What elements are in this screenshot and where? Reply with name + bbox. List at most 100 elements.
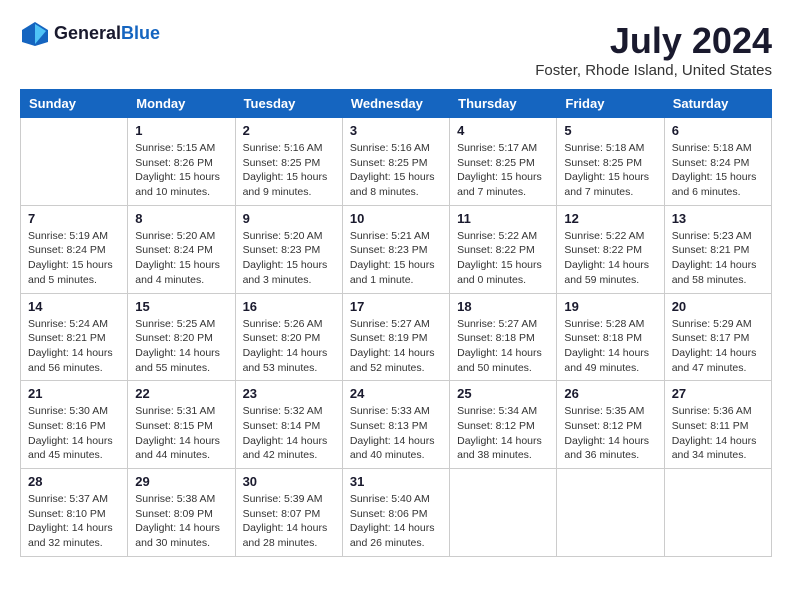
calendar-cell: 26 Sunrise: 5:35 AM Sunset: 8:12 PM Dayli… [557, 381, 664, 469]
day-number: 19 [564, 299, 656, 314]
day-info: Sunrise: 5:20 AM Sunset: 8:24 PM Dayligh… [135, 229, 227, 288]
col-header-tuesday: Tuesday [235, 90, 342, 118]
week-row-4: 21Sunrise: 5:30 AM Sunset: 8:16 PM Dayli… [21, 381, 772, 469]
calendar-cell: 4 Sunrise: 5:17 AM Sunset: 8:25 PM Daylig… [450, 118, 557, 206]
day-info: Sunrise: 5:34 AM Sunset: 8:12 PM Dayligh… [457, 404, 549, 463]
logo-text: GeneralBlue [54, 24, 160, 44]
day-number: 2 [243, 123, 335, 138]
day-info: Sunrise: 5:28 AM Sunset: 8:18 PM Dayligh… [564, 317, 656, 376]
calendar-cell [450, 469, 557, 557]
calendar-cell: 23 Sunrise: 5:32 AM Sunset: 8:14 PM Dayli… [235, 381, 342, 469]
day-info: Sunrise: 5:22 AM Sunset: 8:22 PM Dayligh… [457, 229, 549, 288]
header-row: SundayMondayTuesdayWednesdayThursdayFrid… [21, 90, 772, 118]
main-title: July 2024 [535, 20, 772, 62]
week-row-1: 1 Sunrise: 5:15 AM Sunset: 8:26 PM Daylig… [21, 118, 772, 206]
calendar-cell: 7Sunrise: 5:19 AM Sunset: 8:24 PM Daylig… [21, 205, 128, 293]
day-info: Sunrise: 5:39 AM Sunset: 8:07 PM Dayligh… [243, 492, 335, 551]
day-number: 15 [135, 299, 227, 314]
day-info: Sunrise: 5:20 AM Sunset: 8:23 PM Dayligh… [243, 229, 335, 288]
calendar-cell: 15Sunrise: 5:25 AM Sunset: 8:20 PM Dayli… [128, 293, 235, 381]
day-info: Sunrise: 5:17 AM Sunset: 8:25 PM Dayligh… [457, 141, 549, 200]
calendar-cell: 11Sunrise: 5:22 AM Sunset: 8:22 PM Dayli… [450, 205, 557, 293]
day-info: Sunrise: 5:27 AM Sunset: 8:19 PM Dayligh… [350, 317, 442, 376]
day-info: Sunrise: 5:33 AM Sunset: 8:13 PM Dayligh… [350, 404, 442, 463]
day-number: 16 [243, 299, 335, 314]
logo-icon [20, 20, 50, 48]
day-info: Sunrise: 5:40 AM Sunset: 8:06 PM Dayligh… [350, 492, 442, 551]
subtitle: Foster, Rhode Island, United States [535, 62, 772, 79]
day-info: Sunrise: 5:32 AM Sunset: 8:14 PM Dayligh… [243, 404, 335, 463]
col-header-friday: Friday [557, 90, 664, 118]
day-number: 24 [350, 386, 442, 401]
calendar-cell: 2 Sunrise: 5:16 AM Sunset: 8:25 PM Daylig… [235, 118, 342, 206]
day-info: Sunrise: 5:22 AM Sunset: 8:22 PM Dayligh… [564, 229, 656, 288]
calendar-cell: 29 Sunrise: 5:38 AM Sunset: 8:09 PM Dayli… [128, 469, 235, 557]
day-number: 14 [28, 299, 120, 314]
day-info: Sunrise: 5:18 AM Sunset: 8:24 PM Dayligh… [672, 141, 764, 200]
week-row-2: 7Sunrise: 5:19 AM Sunset: 8:24 PM Daylig… [21, 205, 772, 293]
day-number: 20 [672, 299, 764, 314]
day-number: 29 [135, 474, 227, 489]
day-info: Sunrise: 5:26 AM Sunset: 8:20 PM Dayligh… [243, 317, 335, 376]
day-info: Sunrise: 5:36 AM Sunset: 8:11 PM Dayligh… [672, 404, 764, 463]
day-info: Sunrise: 5:27 AM Sunset: 8:18 PM Dayligh… [457, 317, 549, 376]
calendar-cell [664, 469, 771, 557]
day-number: 17 [350, 299, 442, 314]
col-header-sunday: Sunday [21, 90, 128, 118]
calendar-cell [557, 469, 664, 557]
day-info: Sunrise: 5:15 AM Sunset: 8:26 PM Dayligh… [135, 141, 227, 200]
calendar-cell: 21Sunrise: 5:30 AM Sunset: 8:16 PM Dayli… [21, 381, 128, 469]
day-number: 23 [243, 386, 335, 401]
day-info: Sunrise: 5:19 AM Sunset: 8:24 PM Dayligh… [28, 229, 120, 288]
day-number: 9 [243, 211, 335, 226]
calendar-cell: 14 Sunrise: 5:24 AM Sunset: 8:21 PM Dayli… [21, 293, 128, 381]
col-header-thursday: Thursday [450, 90, 557, 118]
week-row-5: 28Sunrise: 5:37 AM Sunset: 8:10 PM Dayli… [21, 469, 772, 557]
day-number: 28 [28, 474, 120, 489]
day-number: 26 [564, 386, 656, 401]
calendar-cell: 18Sunrise: 5:27 AM Sunset: 8:18 PM Dayli… [450, 293, 557, 381]
calendar-cell: 1 Sunrise: 5:15 AM Sunset: 8:26 PM Daylig… [128, 118, 235, 206]
calendar-cell: 31 Sunrise: 5:40 AM Sunset: 8:06 PM Dayli… [342, 469, 449, 557]
week-row-3: 14 Sunrise: 5:24 AM Sunset: 8:21 PM Dayli… [21, 293, 772, 381]
calendar-cell: 20 Sunrise: 5:29 AM Sunset: 8:17 PM Dayli… [664, 293, 771, 381]
day-info: Sunrise: 5:21 AM Sunset: 8:23 PM Dayligh… [350, 229, 442, 288]
calendar-cell: 17 Sunrise: 5:27 AM Sunset: 8:19 PM Dayli… [342, 293, 449, 381]
calendar-cell: 13 Sunrise: 5:23 AM Sunset: 8:21 PM Dayli… [664, 205, 771, 293]
day-number: 13 [672, 211, 764, 226]
calendar-cell: 30 Sunrise: 5:39 AM Sunset: 8:07 PM Dayli… [235, 469, 342, 557]
day-info: Sunrise: 5:16 AM Sunset: 8:25 PM Dayligh… [350, 141, 442, 200]
day-info: Sunrise: 5:31 AM Sunset: 8:15 PM Dayligh… [135, 404, 227, 463]
day-number: 5 [564, 123, 656, 138]
day-info: Sunrise: 5:38 AM Sunset: 8:09 PM Dayligh… [135, 492, 227, 551]
calendar-cell: 16 Sunrise: 5:26 AM Sunset: 8:20 PM Dayli… [235, 293, 342, 381]
calendar-cell: 24 Sunrise: 5:33 AM Sunset: 8:13 PM Dayli… [342, 381, 449, 469]
logo: GeneralBlue [20, 20, 160, 48]
day-info: Sunrise: 5:29 AM Sunset: 8:17 PM Dayligh… [672, 317, 764, 376]
day-info: Sunrise: 5:23 AM Sunset: 8:21 PM Dayligh… [672, 229, 764, 288]
calendar-cell: 10 Sunrise: 5:21 AM Sunset: 8:23 PM Dayli… [342, 205, 449, 293]
calendar-cell: 28Sunrise: 5:37 AM Sunset: 8:10 PM Dayli… [21, 469, 128, 557]
day-number: 31 [350, 474, 442, 489]
day-number: 21 [28, 386, 120, 401]
day-number: 30 [243, 474, 335, 489]
col-header-wednesday: Wednesday [342, 90, 449, 118]
title-block: July 2024 Foster, Rhode Island, United S… [535, 20, 772, 79]
day-number: 3 [350, 123, 442, 138]
calendar-cell: 8Sunrise: 5:20 AM Sunset: 8:24 PM Daylig… [128, 205, 235, 293]
day-number: 4 [457, 123, 549, 138]
calendar-cell [21, 118, 128, 206]
page-header: GeneralBlue July 2024 Foster, Rhode Isla… [20, 20, 772, 79]
day-info: Sunrise: 5:18 AM Sunset: 8:25 PM Dayligh… [564, 141, 656, 200]
day-info: Sunrise: 5:24 AM Sunset: 8:21 PM Dayligh… [28, 317, 120, 376]
calendar-cell: 12 Sunrise: 5:22 AM Sunset: 8:22 PM Dayli… [557, 205, 664, 293]
day-info: Sunrise: 5:35 AM Sunset: 8:12 PM Dayligh… [564, 404, 656, 463]
day-info: Sunrise: 5:16 AM Sunset: 8:25 PM Dayligh… [243, 141, 335, 200]
day-number: 6 [672, 123, 764, 138]
calendar-cell: 9 Sunrise: 5:20 AM Sunset: 8:23 PM Daylig… [235, 205, 342, 293]
day-number: 10 [350, 211, 442, 226]
logo-blue: Blue [121, 23, 160, 43]
day-number: 12 [564, 211, 656, 226]
day-number: 1 [135, 123, 227, 138]
calendar-cell: 25Sunrise: 5:34 AM Sunset: 8:12 PM Dayli… [450, 381, 557, 469]
